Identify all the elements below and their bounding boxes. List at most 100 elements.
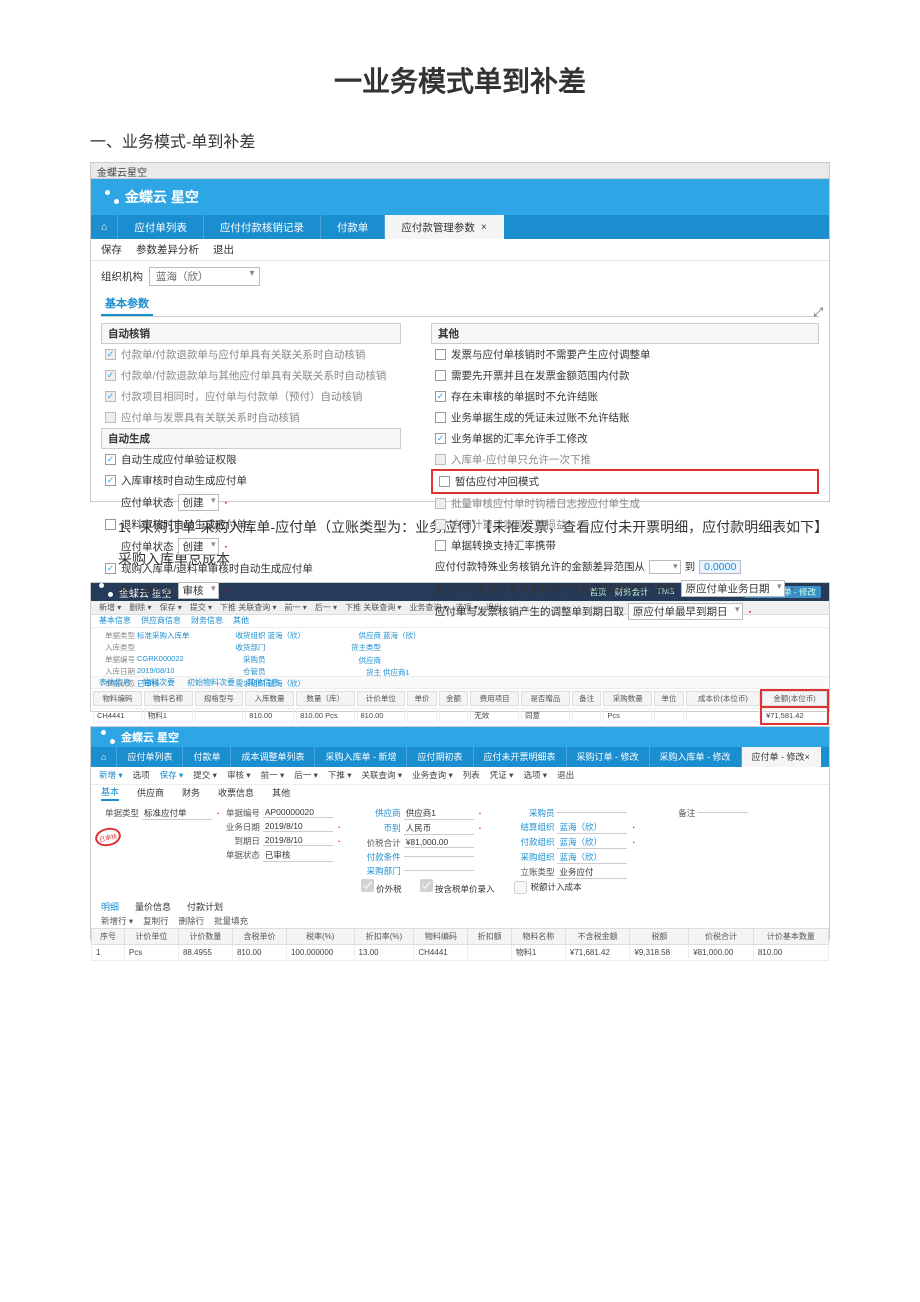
tab-close-icon[interactable]: × xyxy=(805,752,810,762)
tb[interactable]: 选项 ▾ xyxy=(523,769,547,781)
range-from[interactable] xyxy=(649,560,681,574)
tab-ap-list[interactable]: 应付单列表 xyxy=(118,215,204,239)
basic-params-tab[interactable]: 基本参数 xyxy=(101,292,153,316)
checkbox-icon[interactable] xyxy=(105,412,116,423)
tb[interactable]: 保存 ▾ xyxy=(160,769,184,781)
tab[interactable]: 应付单列表 xyxy=(117,747,183,767)
required-icon: · xyxy=(791,583,795,595)
row-op[interactable]: 新增行 ▾ xyxy=(101,915,133,927)
row-op[interactable]: 复制行 xyxy=(143,915,169,927)
tb[interactable]: 下推 ▾ xyxy=(328,769,352,781)
link[interactable]: 结算组织 xyxy=(514,821,554,833)
checkbox-icon[interactable] xyxy=(435,412,446,423)
tb[interactable]: 新增 ▾ xyxy=(99,769,123,781)
link[interactable]: 供应商 xyxy=(361,807,401,819)
tb[interactable]: 审核 ▾ xyxy=(227,769,251,781)
link[interactable]: 采购部门 xyxy=(361,865,401,877)
tb[interactable]: 列表 xyxy=(463,769,480,781)
sn2[interactable]: 付款计划 xyxy=(187,900,223,913)
checkbox-icon[interactable] xyxy=(435,540,446,551)
state-select[interactable]: 创建 xyxy=(178,494,219,511)
link[interactable]: 付款组织 xyxy=(514,836,554,848)
tab[interactable]: 采购入库单 - 修改 xyxy=(650,747,742,767)
remark-input[interactable] xyxy=(698,812,748,813)
sn2[interactable]: 明细 xyxy=(101,900,119,913)
st2[interactable]: 物料次要 xyxy=(143,677,175,688)
checkbox-icon[interactable] xyxy=(435,498,446,509)
tab[interactable]: 应付未开票明细表 xyxy=(474,747,567,767)
sn2[interactable]: 量价信息 xyxy=(135,900,171,913)
tab-home[interactable]: ⌂ xyxy=(91,747,117,767)
st2[interactable]: 初始物料次要 xyxy=(187,677,235,688)
tab-writeoff[interactable]: 应付付款核销记录 xyxy=(204,215,321,239)
required-icon: · xyxy=(225,585,229,597)
tb[interactable]: 选项 xyxy=(133,769,150,781)
state-select[interactable]: 审核 xyxy=(178,582,219,599)
form: 单据类型标准应付单· 已审核 单据编号AP00000020 业务日期2019/8… xyxy=(91,801,829,899)
k: 仓管员 xyxy=(230,666,266,677)
checkbox-icon[interactable]: ✓ xyxy=(435,391,446,402)
checkbox-icon[interactable]: ✓ xyxy=(105,349,116,360)
link[interactable]: 付款条件 xyxy=(361,851,401,863)
row-op[interactable]: 批量填充 xyxy=(214,915,248,927)
state-select[interactable]: 创建 xyxy=(178,538,219,555)
due-date[interactable]: 2019/8/10 xyxy=(263,835,333,846)
tab[interactable]: 采购订单 - 修改 xyxy=(567,747,650,767)
checkbox-icon[interactable]: ✓ xyxy=(105,370,116,381)
chk-lbl: 业务单据生成的凭证未过账不允许结账 xyxy=(451,410,630,425)
tab-payment[interactable]: 付款单 xyxy=(321,215,386,239)
link[interactable]: 采购员 xyxy=(514,807,554,819)
tab[interactable]: 应付期初表 xyxy=(407,747,473,767)
sn[interactable]: 供应商 xyxy=(137,786,164,799)
btn-exit[interactable]: 退出 xyxy=(213,242,234,257)
checkbox-icon[interactable]: ✓ xyxy=(105,563,116,574)
table-row[interactable]: 1Pcs88.4955810.00100.00000013.00CH4441物料… xyxy=(92,944,829,960)
tab[interactable]: 采购入库单 - 新增 xyxy=(315,747,407,767)
tb[interactable]: 后一 ▾ xyxy=(294,769,318,781)
row-ops: 新增行 ▾ 复制行 删除行 批量填充 xyxy=(91,914,829,928)
biz-date[interactable]: 2019/8/10 xyxy=(263,821,333,832)
due-date-select[interactable]: 原应付单最早到期日 xyxy=(628,603,743,620)
checkbox-icon[interactable] xyxy=(435,349,446,360)
tb[interactable]: 前一 ▾ xyxy=(261,769,285,781)
st2[interactable]: 表体信息 xyxy=(99,677,131,688)
btn-diff[interactable]: 参数差异分析 xyxy=(136,242,199,257)
tab[interactable]: 付款单 xyxy=(183,747,231,767)
btn-save[interactable]: 保存 xyxy=(101,242,122,257)
sn[interactable]: 其他 xyxy=(272,786,290,799)
checkbox-icon[interactable]: ✓ xyxy=(105,475,116,486)
checkbox-icon[interactable]: ✓ xyxy=(105,454,116,465)
st2[interactable]: 其他信息 xyxy=(247,677,279,688)
expand-icon[interactable]: ⤢ xyxy=(813,305,823,320)
tb[interactable]: 业务查询 ▾ xyxy=(412,769,453,781)
tb[interactable]: 凭证 ▾ xyxy=(490,769,514,781)
subtabs-2: 表体信息 物料次要 初始物料次要 其他信息 xyxy=(91,676,829,689)
link[interactable]: 币别 xyxy=(361,822,401,834)
range-to[interactable]: 0.0000 xyxy=(699,560,741,574)
table-row[interactable]: CH4441物料1810.00810.00 Pcs810.00无效同意Pcs¥7… xyxy=(93,708,827,723)
tab-ap-params[interactable]: 应付款管理参数× xyxy=(385,215,503,239)
checkbox-icon[interactable]: ✓ xyxy=(105,391,116,402)
sn[interactable]: 财务 xyxy=(182,786,200,799)
checkbox-icon[interactable] xyxy=(435,519,446,530)
chk-tax-incl xyxy=(420,879,433,892)
checkbox-icon[interactable] xyxy=(435,370,446,381)
tb[interactable]: 退出 xyxy=(557,769,574,781)
tab-close-icon[interactable]: × xyxy=(481,222,487,233)
sn[interactable]: 基本 xyxy=(101,785,119,801)
tb[interactable]: 提交 ▾ xyxy=(193,769,217,781)
tb[interactable]: 关联查询 ▾ xyxy=(362,769,403,781)
tab-active[interactable]: 应付单 - 修改 × xyxy=(742,747,821,767)
tab-home[interactable]: ⌂ xyxy=(91,215,118,239)
org-select[interactable]: 蓝海（欣） xyxy=(149,267,260,286)
adj-date-select[interactable]: 原应付单业务日期 xyxy=(681,580,785,597)
sn[interactable]: 收票信息 xyxy=(218,786,254,799)
link[interactable]: 采购组织 xyxy=(514,851,554,863)
checkbox-icon[interactable]: ✓ xyxy=(435,433,446,444)
checkbox-icon[interactable] xyxy=(439,476,450,487)
bill-type[interactable]: 标准应付单 xyxy=(142,807,212,820)
row-op[interactable]: 删除行 xyxy=(179,915,205,927)
checkbox-icon[interactable] xyxy=(105,519,116,530)
checkbox-icon[interactable] xyxy=(435,454,446,465)
tab[interactable]: 成本调整单列表 xyxy=(231,747,315,767)
